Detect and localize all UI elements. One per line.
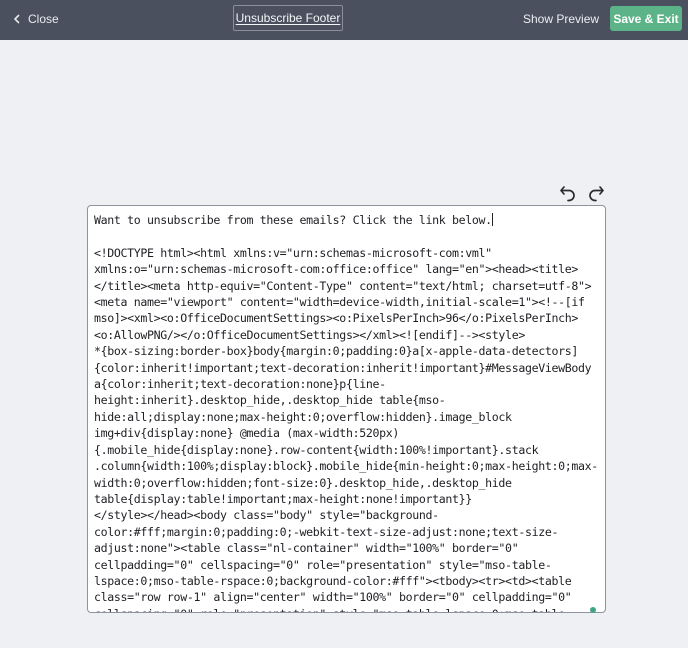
code-line: color:#fff;margin:0;padding:0;-webkit-te… [94, 524, 559, 539]
code-line: lspace:0;mso-table-rspace:0;background-c… [94, 573, 572, 588]
undo-icon[interactable] [559, 184, 577, 202]
code-line: xmlns:o="urn:schemas-microsoft-com:offic… [94, 262, 578, 277]
code-line: {.mobile_hide{display:none}.row-content{… [94, 442, 539, 457]
code-line: adjust:none"><table class="nl-container"… [94, 541, 519, 556]
code-line: </title><meta http-equiv="Content-Type" … [94, 278, 592, 293]
code-line: .column{width:100%;display:block}.mobile… [94, 459, 598, 474]
code-line: height:inherit}.desktop_hide,.desktop_hi… [94, 393, 446, 408]
save-exit-button[interactable]: Save & Exit [610, 6, 682, 31]
top-bar: Close Unsubscribe Footer Show Preview Sa… [0, 0, 688, 40]
close-label: Close [28, 12, 59, 26]
code-line: a{color:inherit;text-decoration:none}p{l… [94, 377, 386, 392]
code-line: <!DOCTYPE html><html xmlns:v="urn:schema… [94, 245, 492, 260]
template-title[interactable]: Unsubscribe Footer [233, 5, 343, 31]
editor-content[interactable]: Want to unsubscribe from these emails? C… [88, 206, 605, 612]
code-line: <o:AllowPNG/></o:OfficeDocumentSettings>… [94, 327, 525, 342]
editor-first-line: Want to unsubscribe from these emails? C… [94, 213, 492, 227]
code-editor[interactable]: Want to unsubscribe from these emails? C… [87, 205, 606, 613]
code-line: img+div{display:none} @media (max-width:… [94, 426, 399, 441]
code-line: cellpadding="0" cellspacing="0" role="pr… [94, 557, 552, 572]
code-line: class="row row-1" align="center" width="… [94, 590, 572, 605]
code-line: *{box-sizing:border-box}body{margin:0;pa… [94, 344, 578, 359]
chevron-left-icon [12, 14, 22, 24]
code-line: {color:inherit!important;text-decoration… [94, 360, 592, 375]
close-button[interactable]: Close [12, 0, 59, 38]
code-line: cellspacing="0" role="presentation" styl… [94, 607, 572, 612]
text-caret [491, 213, 493, 226]
code-line: <meta name="viewport" content="width=dev… [94, 295, 585, 310]
redo-icon[interactable] [587, 184, 605, 202]
show-preview-button[interactable]: Show Preview [523, 0, 599, 37]
code-line: table{display:table!important;max-height… [94, 491, 472, 506]
resize-handle[interactable] [590, 607, 596, 613]
editor-code-lines: <!DOCTYPE html><html xmlns:v="urn:schema… [94, 245, 598, 612]
code-line: hide:all;display:none;max-height:0;overf… [94, 409, 512, 424]
code-line: </style></head><body class="body" style=… [94, 508, 439, 523]
code-line: width:0;overflow:hidden;font-size:0}.des… [94, 475, 512, 490]
code-line: mso]><xml><o:OfficeDocumentSettings><o:P… [94, 311, 578, 326]
